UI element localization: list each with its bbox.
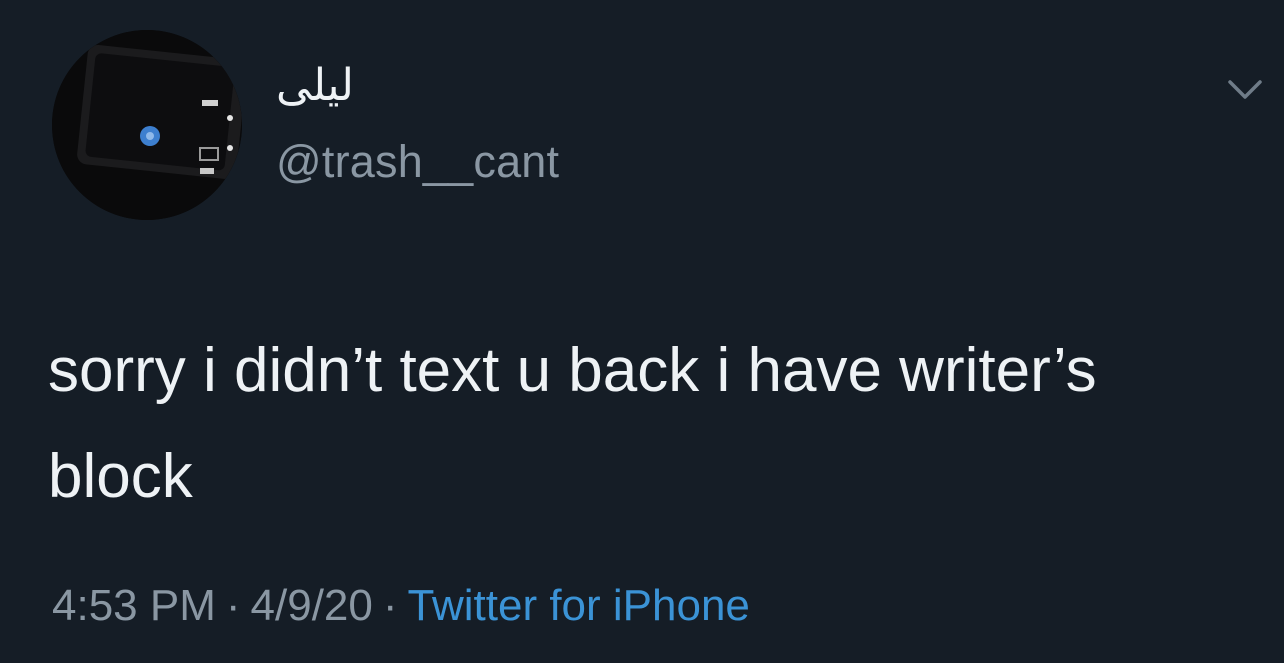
- user-handle[interactable]: @trash__cant: [276, 134, 559, 190]
- meta-separator: ·: [382, 581, 398, 630]
- tweet-source-link[interactable]: Twitter for iPhone: [408, 581, 750, 630]
- display-name[interactable]: ليلى: [276, 58, 354, 114]
- meta-separator: ·: [225, 581, 241, 630]
- tweet-text: sorry i didn’t text u back i have writer…: [48, 336, 1097, 511]
- tweet-metadata: 4:53 PM · 4/9/20 · Twitter for iPhone: [52, 578, 750, 634]
- tweet-time[interactable]: 4:53 PM: [52, 581, 216, 630]
- avatar[interactable]: [52, 30, 242, 220]
- tweet-date[interactable]: 4/9/20: [251, 581, 373, 630]
- tweet-card: ليلى @trash__cant sorry i didn’t text u …: [0, 0, 1284, 663]
- avatar-image: [52, 30, 242, 220]
- chevron-down-icon[interactable]: [1218, 70, 1272, 110]
